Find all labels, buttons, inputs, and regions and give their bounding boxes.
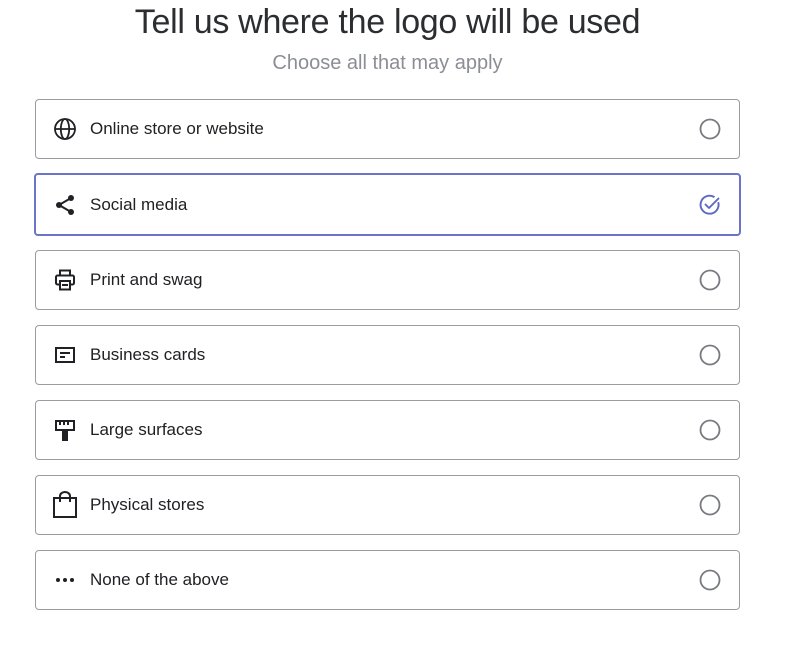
page-subtitle: Choose all that may apply xyxy=(272,52,503,74)
option-label: Large surfaces xyxy=(90,420,203,439)
option-label: Business cards xyxy=(90,345,206,364)
option-label: Print and swag xyxy=(90,270,203,289)
globe-icon xyxy=(52,116,78,142)
billboard-icon xyxy=(52,417,78,443)
option-label: None of the above xyxy=(90,570,229,589)
option-online-store[interactable]: Online store or website xyxy=(35,99,740,159)
printer-icon xyxy=(52,267,78,293)
more-dots-icon xyxy=(52,567,78,593)
radio-unchecked-icon[interactable] xyxy=(699,269,721,291)
page-title: Tell us where the logo will be used xyxy=(134,3,641,41)
option-print-and-swag[interactable]: Print and swag xyxy=(35,250,740,310)
radio-unchecked-icon[interactable] xyxy=(699,494,721,516)
radio-unchecked-icon[interactable] xyxy=(699,419,721,441)
checkmark-circle-icon[interactable] xyxy=(699,194,721,216)
option-business-cards[interactable]: Business cards xyxy=(35,325,740,385)
business-card-icon xyxy=(52,342,78,368)
option-physical-stores[interactable]: Physical stores xyxy=(35,475,740,535)
option-label: Social media xyxy=(90,194,188,214)
options-list: Online store or website Social media Pri… xyxy=(34,99,741,625)
option-social-media[interactable]: Social media xyxy=(34,173,741,236)
radio-unchecked-icon[interactable] xyxy=(699,569,721,591)
option-large-surfaces[interactable]: Large surfaces xyxy=(35,400,740,460)
option-label: Physical stores xyxy=(90,495,205,514)
option-none-of-the-above[interactable]: None of the above xyxy=(35,550,740,610)
radio-unchecked-icon[interactable] xyxy=(699,118,721,140)
page: Tell us where the logo will be used Choo… xyxy=(0,0,807,649)
share-icon xyxy=(52,192,78,218)
shopping-bag-icon xyxy=(52,491,78,518)
radio-unchecked-icon[interactable] xyxy=(699,344,721,366)
option-label: Online store or website xyxy=(90,119,264,138)
